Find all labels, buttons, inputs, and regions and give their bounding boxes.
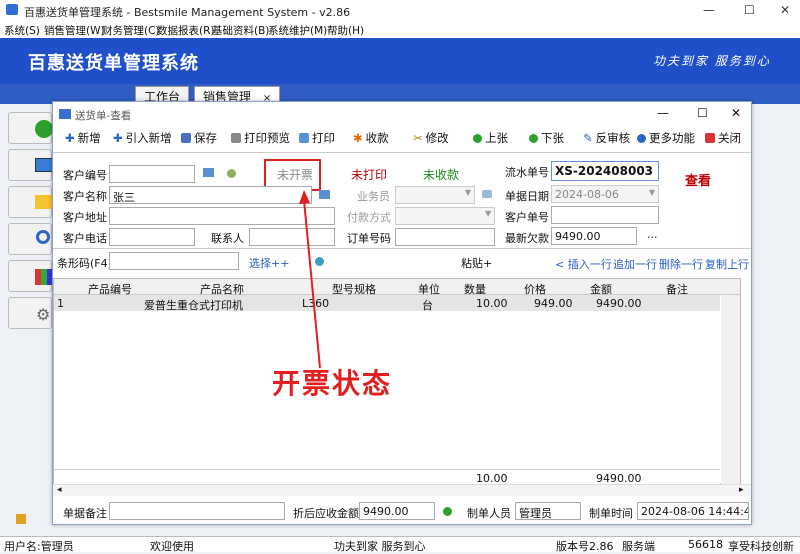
annotation-label: 开票状态 xyxy=(272,367,393,400)
status-code: 56618 xyxy=(688,538,723,551)
status-bar: 用户名:管理员 欢迎使用 功夫到家 服务到心 版本号2.86 服务端 56618… xyxy=(0,536,800,553)
annotation-arrow xyxy=(299,190,321,369)
